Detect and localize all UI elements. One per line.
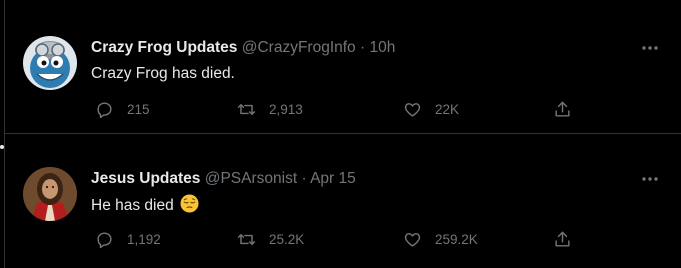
more-options-button[interactable] [639,169,661,189]
user-handle[interactable]: @PSArsonist [205,170,297,187]
share-button[interactable] [553,227,572,251]
avatar[interactable] [23,36,77,90]
like-button[interactable]: 22K [403,97,459,121]
tweet[interactable]: Crazy Frog Updates @CrazyFrogInfo · 10h … [5,0,681,134]
reply-icon [97,231,112,248]
display-name[interactable]: Crazy Frog Updates [91,39,237,56]
retweet-icon [237,103,256,115]
tweet-actions: 1,192 25.2K 259.2K [91,227,577,251]
share-button[interactable] [553,97,572,121]
tweet-header: Crazy Frog Updates @CrazyFrogInfo · 10h [91,38,395,58]
more-options-icon [642,177,658,181]
tweet[interactable]: Jesus Updates @PSArsonist · Apr 15 He ha… [5,135,681,268]
avatar[interactable] [23,167,77,221]
timestamp[interactable]: Apr 15 [310,170,356,187]
retweet-button[interactable]: 25.2K [237,227,304,251]
tweet-feed: Crazy Frog Updates @CrazyFrogInfo · 10h … [4,0,681,268]
pensive-face-emoji-icon [180,194,199,213]
more-options-icon [642,46,658,50]
retweet-icon [237,233,256,245]
reply-count: 215 [127,101,150,117]
tweet-text-content: Crazy Frog has died. [91,65,235,82]
separator: · [301,170,307,187]
more-options-button[interactable] [639,38,661,58]
heart-icon [404,102,421,117]
tweet-text-content: He has died [91,197,174,214]
timestamp[interactable]: 10h [369,39,395,56]
retweet-count: 2,913 [269,101,303,117]
share-icon [555,101,570,117]
jesus-portrait-avatar-icon [23,167,77,221]
reply-count: 1,192 [127,231,161,247]
tweet-text: Crazy Frog has died. [91,64,235,84]
crazy-frog-avatar-icon [23,36,77,90]
user-handle[interactable]: @CrazyFrogInfo [242,39,356,56]
reply-button[interactable]: 215 [95,97,150,121]
retweet-button[interactable]: 2,913 [237,97,303,121]
heart-icon [404,232,421,247]
like-count: 22K [435,101,460,117]
reply-button[interactable]: 1,192 [95,227,161,251]
reply-icon [97,101,112,118]
tweet-text: He has died [91,194,199,216]
separator: · [359,39,366,56]
share-icon [555,231,570,247]
like-count: 259.2K [435,231,478,247]
tweet-header: Jesus Updates @PSArsonist · Apr 15 [91,169,356,189]
retweet-count: 25.2K [269,231,305,247]
like-button[interactable]: 259.2K [403,227,478,251]
display-name[interactable]: Jesus Updates [91,170,200,187]
tweet-actions: 215 2,913 22K [91,97,577,121]
